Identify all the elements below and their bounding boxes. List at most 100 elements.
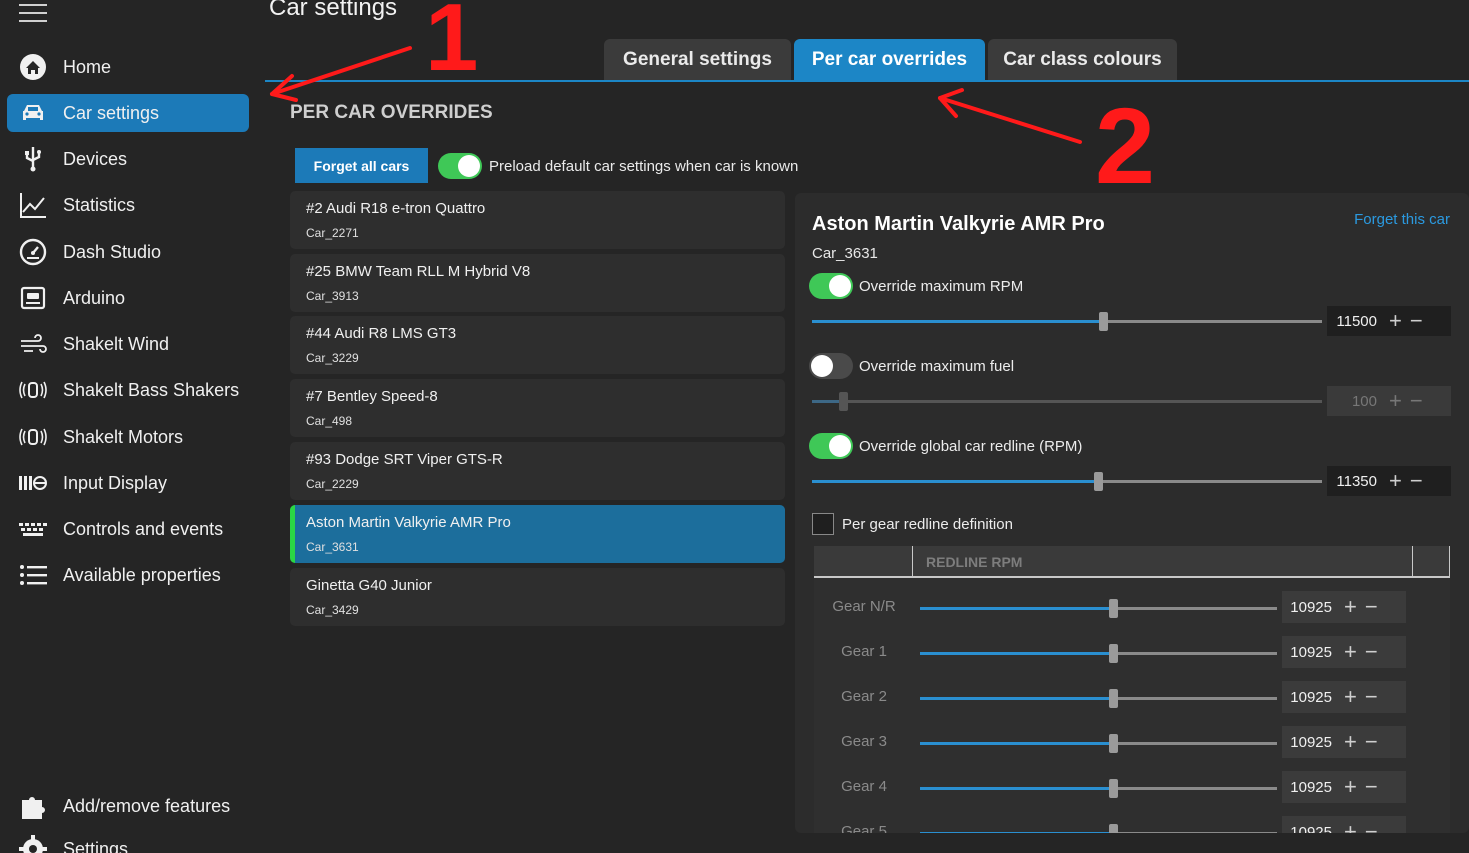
sidebar-item-add-remove-features[interactable]: Add/remove features (7, 787, 249, 825)
stepper-value[interactable]: 10925 (1282, 689, 1332, 706)
car-list-item[interactable]: #93 Dodge SRT Viper GTS-R Car_2229 (290, 442, 785, 500)
sidebar-item-dash-studio[interactable]: Dash Studio (7, 233, 249, 271)
home-icon (18, 52, 48, 82)
gear-redline-slider[interactable] (920, 644, 1277, 663)
slider-thumb[interactable] (1099, 312, 1108, 331)
gear-redline-stepper[interactable]: 10925 + − (1282, 726, 1406, 758)
sidebar-item-controls-and-events[interactable]: Controls and events (7, 510, 249, 548)
car-list-item[interactable]: #44 Audi R8 LMS GT3 Car_3229 (290, 316, 785, 374)
sidebar-item-car-settings[interactable]: Car settings (7, 94, 249, 132)
plus-icon[interactable]: + (1389, 470, 1402, 492)
minus-icon[interactable]: − (1410, 470, 1423, 492)
sidebar-item-shakeit-wind[interactable]: Shakelt Wind (7, 325, 249, 363)
section-title: PER CAR OVERRIDES (290, 102, 493, 123)
minus-icon[interactable]: − (1365, 776, 1378, 798)
slider-thumb[interactable] (1109, 824, 1118, 833)
slider-thumb[interactable] (1094, 472, 1103, 491)
sidebar-item-shakeit-bass-shakers[interactable]: Shakelt Bass Shakers (7, 371, 249, 409)
gear-row: Gear 3 10925 + − (814, 725, 1450, 761)
slider-thumb[interactable] (839, 392, 848, 411)
forget-all-cars-button[interactable]: Forget all cars (295, 148, 428, 183)
sidebar-item-devices[interactable]: Devices (7, 140, 249, 178)
override-fuel-slider[interactable] (812, 392, 1322, 411)
gear-redline-slider[interactable] (920, 599, 1277, 618)
plus-icon[interactable]: + (1389, 310, 1402, 332)
slider-thumb[interactable] (1109, 779, 1118, 798)
car-list-item-selected[interactable]: Aston Martin Valkyrie AMR Pro Car_3631 (290, 505, 785, 563)
car-list-item[interactable]: #7 Bentley Speed-8 Car_498 (290, 379, 785, 437)
sidebar-item-shakeit-motors[interactable]: Shakelt Motors (7, 418, 249, 456)
gear-redline-stepper[interactable]: 10925 + − (1282, 816, 1406, 833)
stepper-value[interactable]: 100 (1327, 393, 1377, 410)
sidebar-item-statistics[interactable]: Statistics (7, 186, 249, 224)
plus-icon[interactable]: + (1344, 731, 1357, 753)
gear-redline-stepper[interactable]: 10925 + − (1282, 771, 1406, 803)
stepper-value[interactable]: 11500 (1327, 313, 1377, 330)
gear-redline-stepper[interactable]: 10925 + − (1282, 591, 1406, 623)
override-rpm-toggle[interactable] (809, 273, 853, 299)
gear-redline-slider[interactable] (920, 824, 1277, 833)
stepper-value[interactable]: 10925 (1282, 599, 1332, 616)
minus-icon[interactable]: − (1410, 390, 1423, 412)
sidebar-item-input-display[interactable]: Input Display (7, 464, 249, 502)
gear-redline-stepper[interactable]: 10925 + − (1282, 636, 1406, 668)
tab-car-class-colours[interactable]: Car class colours (988, 39, 1177, 81)
car-detail-panel: Aston Martin Valkyrie AMR Pro Forget thi… (795, 193, 1469, 833)
tab-general-settings[interactable]: General settings (604, 39, 791, 81)
arduino-icon (18, 283, 48, 313)
puzzle-icon (18, 791, 48, 821)
sidebar-item-label: Devices (63, 148, 128, 169)
plus-icon[interactable]: + (1344, 596, 1357, 618)
plus-icon[interactable]: + (1344, 686, 1357, 708)
stepper-value[interactable]: 10925 (1282, 644, 1332, 661)
plus-icon[interactable]: + (1344, 776, 1357, 798)
hamburger-menu-icon[interactable] (19, 4, 47, 24)
override-redline-stepper[interactable]: 11350 + − (1327, 466, 1451, 496)
override-redline-slider[interactable] (812, 472, 1322, 491)
per-gear-redline-checkbox[interactable] (812, 513, 834, 535)
slider-thumb[interactable] (1109, 644, 1118, 663)
preload-defaults-toggle[interactable] (438, 153, 482, 179)
minus-icon[interactable]: − (1365, 641, 1378, 663)
minus-icon[interactable]: − (1365, 821, 1378, 834)
slider-thumb[interactable] (1109, 689, 1118, 708)
plus-icon[interactable]: + (1389, 390, 1402, 412)
gear-label: Gear 5 (841, 823, 887, 833)
sidebar-item-available-properties[interactable]: Available properties (7, 556, 249, 594)
stepper-value[interactable]: 10925 (1282, 734, 1332, 751)
slider-thumb[interactable] (1109, 734, 1118, 753)
slider-thumb[interactable] (1109, 599, 1118, 618)
gear-redline-slider[interactable] (920, 779, 1277, 798)
annotation-arrow-two (938, 96, 1082, 144)
gear-redline-stepper[interactable]: 10925 + − (1282, 681, 1406, 713)
stepper-value[interactable]: 10925 (1282, 779, 1332, 796)
car-list-item[interactable]: #25 BMW Team RLL M Hybrid V8 Car_3913 (290, 254, 785, 312)
table-header: REDLINE RPM (814, 546, 1450, 578)
override-fuel-stepper[interactable]: 100 + − (1327, 386, 1451, 416)
sidebar-item-arduino[interactable]: Arduino (7, 279, 249, 317)
override-rpm-stepper[interactable]: 11500 + − (1327, 306, 1451, 336)
stepper-value[interactable]: 10925 (1282, 824, 1332, 834)
stepper-value[interactable]: 11350 (1327, 473, 1377, 490)
gear-redline-slider[interactable] (920, 689, 1277, 708)
gear-redline-slider[interactable] (920, 734, 1277, 753)
tab-per-car-overrides[interactable]: Per car overrides (794, 39, 985, 81)
minus-icon[interactable]: − (1410, 310, 1423, 332)
sidebar-item-settings[interactable]: Settings (7, 830, 249, 853)
minus-icon[interactable]: − (1365, 596, 1378, 618)
plus-icon[interactable]: + (1344, 641, 1357, 663)
preload-defaults-label: Preload default car settings when car is… (489, 158, 799, 175)
override-fuel-toggle[interactable] (809, 353, 853, 379)
car-list-item[interactable]: Ginetta G40 Junior Car_3429 (290, 568, 785, 626)
sidebar-item-label: Shakelt Bass Shakers (63, 379, 240, 400)
forget-this-car-link[interactable]: Forget this car (1354, 211, 1450, 228)
usb-icon (18, 144, 48, 174)
minus-icon[interactable]: − (1365, 686, 1378, 708)
car-list-item[interactable]: #2 Audi R18 e-tron Quattro Car_2271 (290, 191, 785, 249)
minus-icon[interactable]: − (1365, 731, 1378, 753)
sidebar-item-home[interactable]: Home (7, 48, 249, 86)
plus-icon[interactable]: + (1344, 821, 1357, 834)
sidebar-item-label: Shakelt Motors (63, 426, 184, 447)
override-rpm-slider[interactable] (812, 312, 1322, 331)
override-redline-toggle[interactable] (809, 433, 853, 459)
